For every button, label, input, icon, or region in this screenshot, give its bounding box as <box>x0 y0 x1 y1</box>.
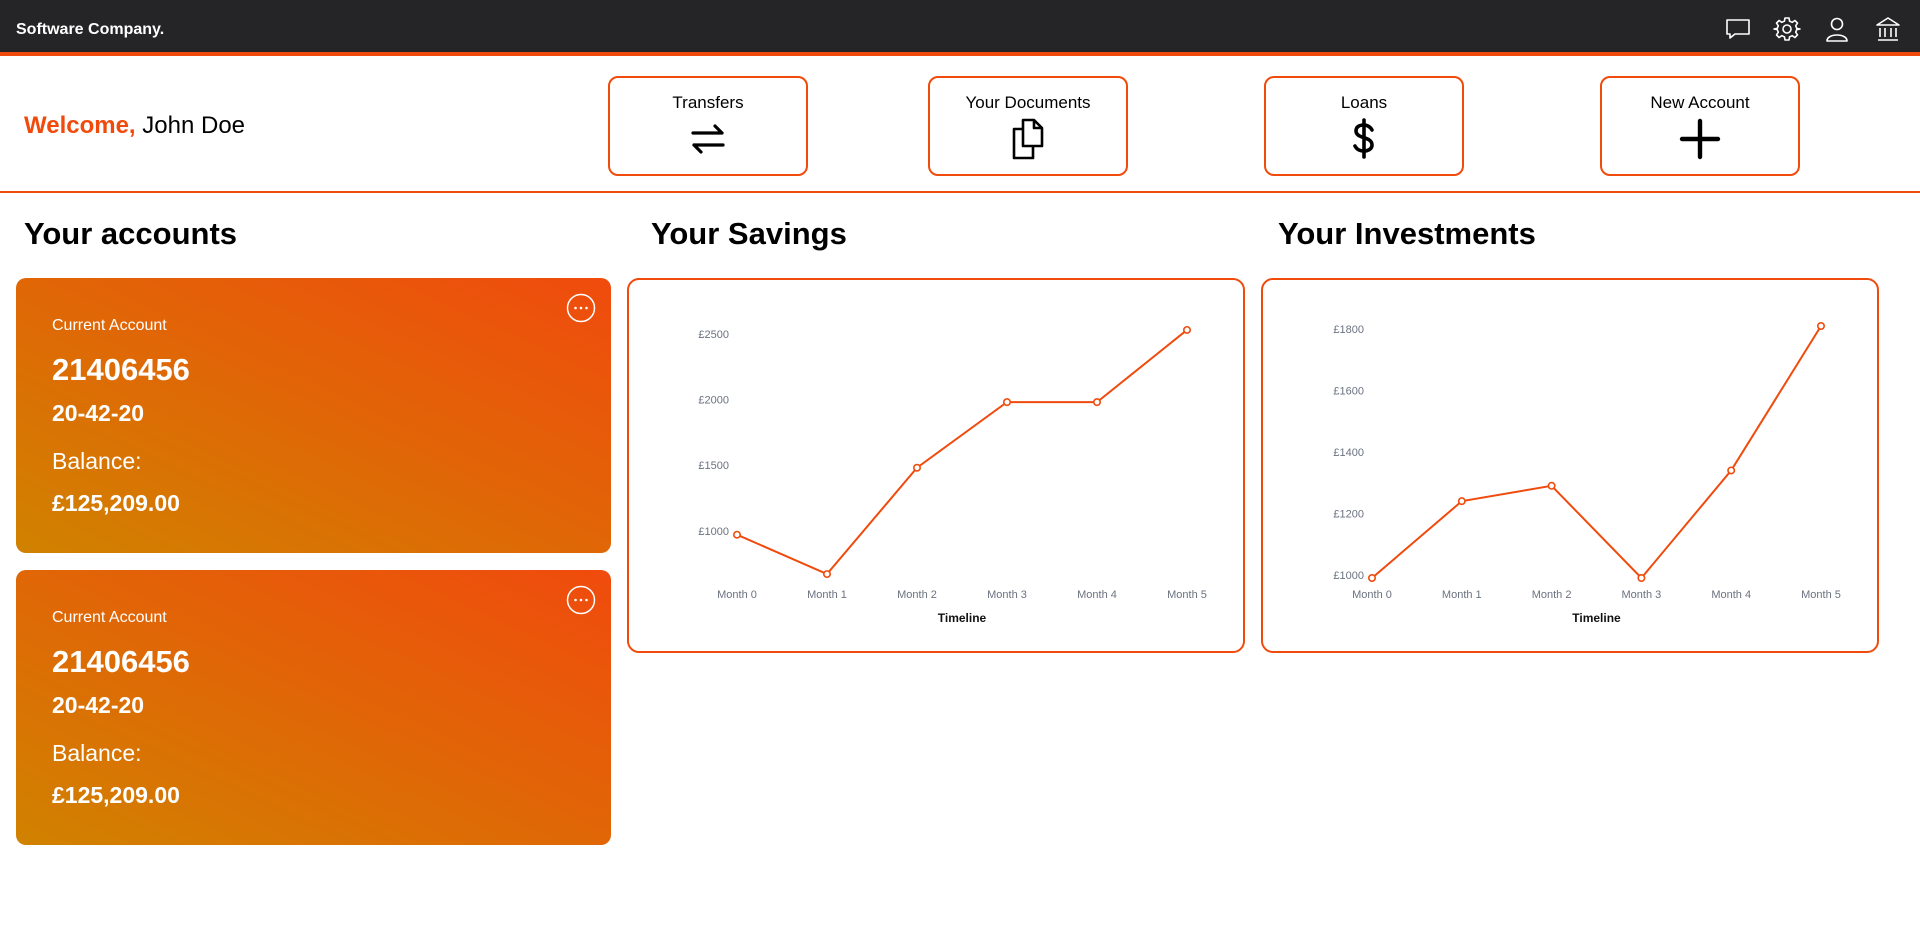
bank-icon[interactable] <box>1874 15 1902 43</box>
y-tick-label: £1500 <box>698 460 729 472</box>
account-card[interactable]: Current Account 21406456 20-42-20 Balanc… <box>16 570 611 845</box>
new-account-button[interactable]: New Account <box>1600 76 1800 176</box>
balance-label: Balance: <box>52 448 142 474</box>
x-tick-label: Month 0 <box>717 589 757 601</box>
data-point <box>1816 321 1825 330</box>
account-type: Current Account <box>52 317 167 334</box>
new-account-label: New Account <box>1650 93 1750 112</box>
y-tick-label: £1400 <box>1333 447 1364 459</box>
header-bar: Welcome, John Doe Transfers Your Documen… <box>0 60 1920 193</box>
data-point <box>1092 398 1101 407</box>
loans-label: Loans <box>1340 93 1388 112</box>
more-options-icon[interactable] <box>566 293 596 323</box>
data-point <box>1457 497 1466 506</box>
user-name: John Doe <box>142 112 246 139</box>
investments-chart-card: £1000 £1200 £1400 £1600 £1800 Month 0 Month 1 M… <box>1261 278 1879 653</box>
y-tick-label: £1000 <box>698 526 729 538</box>
x-tick-label: Month 3 <box>987 589 1027 601</box>
data-point <box>1727 466 1736 475</box>
transfer-arrows-icon <box>685 116 731 162</box>
savings-chart: £1000 £1500 £2000 £2500 Month 0 Month 1 Month … <box>698 325 1207 625</box>
account-number: 21406456 <box>52 352 190 387</box>
message-icon[interactable] <box>1724 15 1752 43</box>
x-tick-label: Month 4 <box>1711 589 1751 601</box>
dollar-icon <box>1341 116 1387 162</box>
account-card[interactable]: Current Account 21406456 20-42-20 Balanc… <box>16 278 611 553</box>
x-tick-label: Month 3 <box>1622 589 1662 601</box>
data-point <box>1368 573 1377 582</box>
data-point <box>1637 573 1646 582</box>
data-point <box>1547 481 1556 490</box>
account-type: Current Account <box>52 609 167 626</box>
account-number: 21406456 <box>52 644 190 679</box>
data-point <box>1002 398 1011 407</box>
transfers-label: Transfers <box>672 93 744 112</box>
y-tick-label: £1200 <box>1333 508 1364 520</box>
x-tick-label: Month 5 <box>1167 589 1207 601</box>
welcome-message: Welcome, John Doe <box>24 112 245 140</box>
x-tick-label: Month 0 <box>1352 589 1392 601</box>
y-tick-label: £1000 <box>1333 570 1364 582</box>
balance-label: Balance: <box>52 740 142 766</box>
more-options-icon[interactable] <box>566 585 596 615</box>
investments-title: Your Investments <box>1278 216 1536 251</box>
x-tick-label: Month 5 <box>1801 589 1841 601</box>
accounts-title: Your accounts <box>24 216 238 251</box>
top-bar: Software Company. <box>0 0 1920 56</box>
data-point <box>1182 325 1191 334</box>
gear-icon[interactable] <box>1773 15 1801 43</box>
user-icon[interactable] <box>1823 15 1851 43</box>
welcome-greeting: Welcome, <box>24 112 136 139</box>
x-tick-label: Month 2 <box>1532 589 1572 601</box>
series-line <box>1371 325 1822 580</box>
x-axis-label: Timeline <box>938 611 987 625</box>
loans-button[interactable]: Loans <box>1264 76 1464 176</box>
transfers-button[interactable]: Transfers <box>608 76 808 176</box>
x-tick-label: Month 2 <box>897 589 937 601</box>
your-documents-label: Your Documents <box>965 93 1091 112</box>
sort-code: 20-42-20 <box>52 692 145 718</box>
balance-value: £125,209.00 <box>52 782 180 808</box>
x-tick-label: Month 1 <box>1442 589 1482 601</box>
brand-name: Software Company. <box>16 21 165 38</box>
x-tick-label: Month 4 <box>1077 589 1117 601</box>
your-documents-button[interactable]: Your Documents <box>928 76 1128 176</box>
savings-title: Your Savings <box>651 216 847 251</box>
y-tick-label: £2500 <box>698 329 729 341</box>
savings-chart-card: £1000 £1500 £2000 £2500 Month 0 Month 1 Month … <box>627 278 1245 653</box>
investments-chart: £1000 £1200 £1400 £1600 £1800 Month 0 Month 1 M… <box>1333 321 1841 625</box>
balance-value: £125,209.00 <box>52 490 180 516</box>
y-tick-label: £1800 <box>1333 324 1364 336</box>
y-tick-label: £1600 <box>1333 386 1364 398</box>
x-axis-label: Timeline <box>1572 611 1621 625</box>
data-point <box>823 570 832 579</box>
sort-code: 20-42-20 <box>52 400 145 426</box>
data-point <box>733 530 742 539</box>
documents-icon <box>1005 116 1051 162</box>
data-point <box>912 463 921 472</box>
y-tick-label: £2000 <box>698 395 729 407</box>
x-tick-label: Month 1 <box>807 589 847 601</box>
series-line <box>736 329 1188 576</box>
plus-icon <box>1677 116 1723 162</box>
